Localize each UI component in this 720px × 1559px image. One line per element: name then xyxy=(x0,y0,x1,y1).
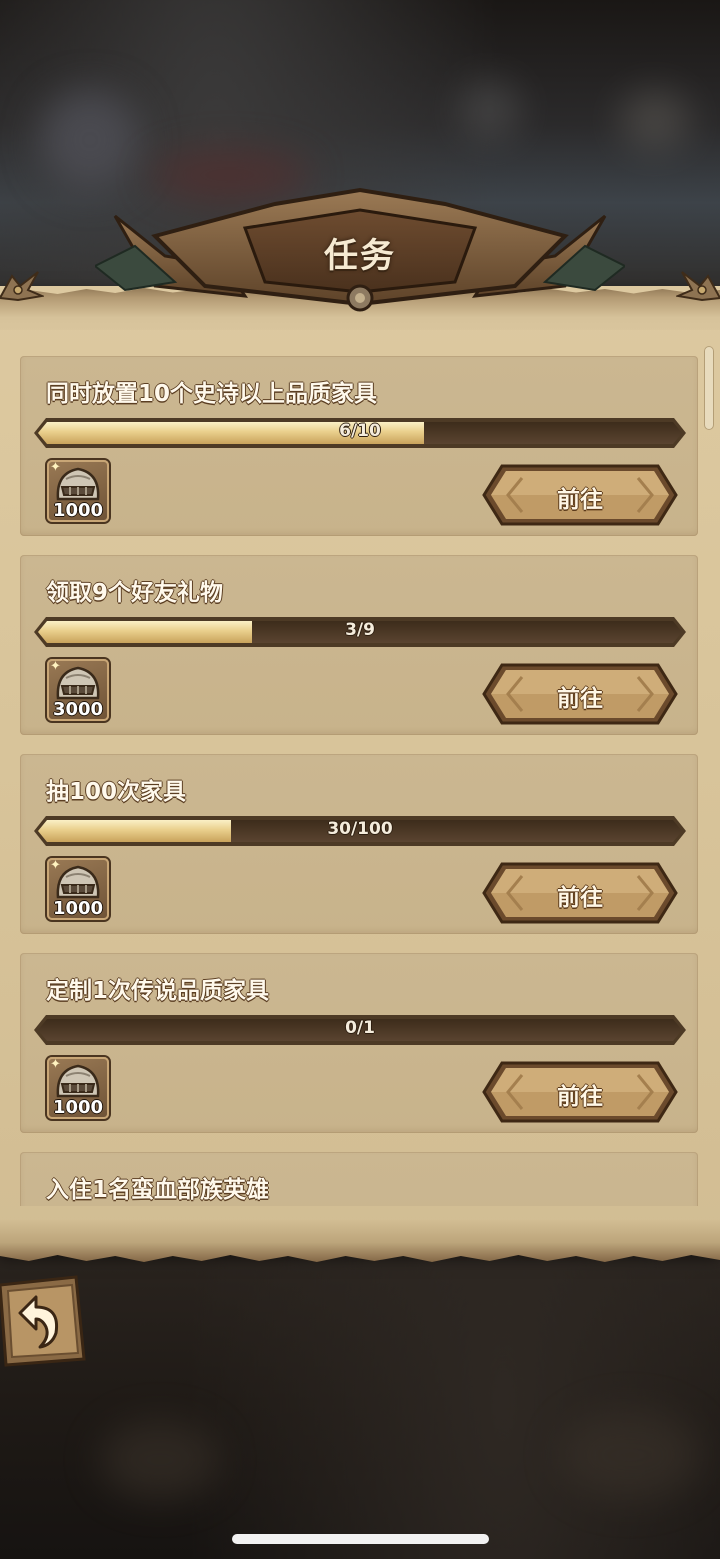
reward-item[interactable]: ✦ 1000 xyxy=(47,460,109,522)
progress-text: 0/1 xyxy=(345,1018,375,1038)
go-button[interactable]: 前往 xyxy=(482,663,678,725)
go-button[interactable]: 前往 xyxy=(482,1061,678,1123)
task-card: 抽100次家具 30/100 ✦ 1000 前往 xyxy=(20,754,698,934)
corner-ornament-icon xyxy=(676,271,720,302)
sparkle-icon: ✦ xyxy=(50,1057,61,1072)
scrollbar[interactable] xyxy=(704,346,714,430)
task-card: 领取9个好友礼物 3/9 ✦ 3000 前往 xyxy=(20,555,698,735)
go-button-label: 前往 xyxy=(557,1084,603,1110)
progress-text: 30/100 xyxy=(327,819,393,839)
go-button-label: 前往 xyxy=(557,686,603,712)
progress-bar: 30/100 xyxy=(34,816,686,846)
sparkle-icon: ✦ xyxy=(50,858,61,873)
progress-bar: 6/10 xyxy=(34,418,686,448)
go-button[interactable]: 前往 xyxy=(482,464,678,526)
reward-quantity: 1000 xyxy=(52,898,104,919)
back-arrow-icon xyxy=(0,1275,86,1367)
progress-bar: 3/9 xyxy=(34,617,686,647)
page-title: 任务 xyxy=(324,236,396,276)
go-button[interactable]: 前往 xyxy=(482,862,678,924)
go-button-label: 前往 xyxy=(557,885,603,911)
reward-quantity: 1000 xyxy=(52,500,104,521)
task-title: 定制1次传说品质家具 xyxy=(46,978,270,1004)
reward-quantity: 1000 xyxy=(52,1097,104,1118)
sparkle-icon: ✦ xyxy=(50,460,61,475)
back-button[interactable] xyxy=(0,1275,88,1367)
task-title: 抽100次家具 xyxy=(46,779,187,805)
progress-bar: 0/1 xyxy=(34,1015,686,1045)
reward-item[interactable]: ✦ 1000 xyxy=(47,1057,109,1119)
reward-item[interactable]: ✦ 3000 xyxy=(47,659,109,721)
task-title: 同时放置10个史诗以上品质家具 xyxy=(46,381,378,407)
progress-text: 3/9 xyxy=(345,620,375,640)
home-indicator[interactable] xyxy=(232,1534,489,1544)
header-banner: 任务 xyxy=(95,186,625,316)
task-title: 领取9个好友礼物 xyxy=(46,580,224,606)
progress-text: 6/10 xyxy=(339,421,381,441)
task-card: 同时放置10个史诗以上品质家具 6/10 ✦ 1000 前往 xyxy=(20,356,698,536)
task-card: 定制1次传说品质家具 0/1 ✦ 1000 前往 xyxy=(20,953,698,1133)
go-button-label: 前往 xyxy=(557,487,603,513)
task-card: 入住1名蛮血部族英雄 xyxy=(20,1152,698,1206)
task-title: 入住1名蛮血部族英雄 xyxy=(46,1177,270,1203)
sparkle-icon: ✦ xyxy=(50,659,61,674)
task-list[interactable]: 同时放置10个史诗以上品质家具 6/10 ✦ 1000 前往 领取9个好友礼物 … xyxy=(20,356,698,1206)
reward-quantity: 3000 xyxy=(52,699,104,720)
background-blur xyxy=(620,90,690,150)
panel-bottom-edge xyxy=(0,1220,720,1262)
background-blur xyxy=(40,90,140,190)
background-blur xyxy=(560,1410,700,1500)
background-blur xyxy=(100,1420,220,1500)
corner-ornament-icon xyxy=(0,271,44,302)
reward-item[interactable]: ✦ 1000 xyxy=(47,858,109,920)
background-blur xyxy=(460,80,520,140)
